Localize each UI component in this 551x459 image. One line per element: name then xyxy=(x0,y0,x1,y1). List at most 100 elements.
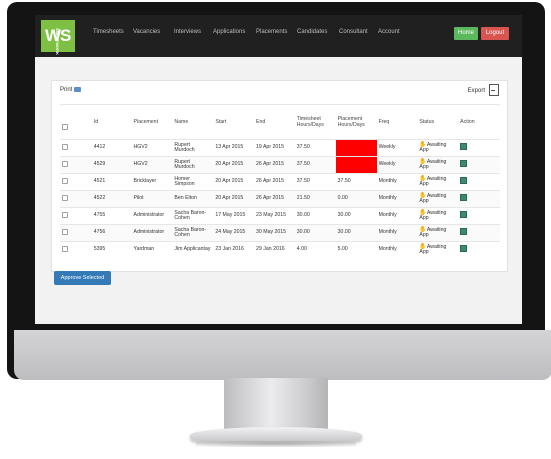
cell-start: 23 Jan 2016 xyxy=(213,241,255,258)
logo[interactable]: WS SMARTWORK xyxy=(41,20,75,55)
cell-name: Jim Applicantay xyxy=(172,241,214,258)
export-icon[interactable] xyxy=(489,84,499,96)
cell-freq: Weekly xyxy=(376,139,418,157)
cell-name: Sacha Baron-Cohen xyxy=(172,224,214,242)
print-label: Print xyxy=(60,87,73,94)
print-button[interactable]: Print xyxy=(60,87,82,94)
edit-icon[interactable] xyxy=(460,160,468,168)
nav-vacancies[interactable]: Vacancies xyxy=(133,29,160,35)
cell-action xyxy=(458,190,500,208)
nav-timesheets[interactable]: Timesheets xyxy=(93,29,124,35)
cell-status: ✋Awaiting App xyxy=(417,207,459,225)
cell-name: Homer Simpson xyxy=(172,173,214,191)
cell-start: 20 Apr 2015 xyxy=(213,156,255,174)
cell-freq: Monthly xyxy=(376,173,418,191)
cell-start: 24 May 2015 xyxy=(213,224,255,242)
cell-id: 4522 xyxy=(91,190,132,208)
nav-placements[interactable]: Placements xyxy=(256,29,287,35)
row-select-cell xyxy=(60,173,92,191)
nav-account[interactable]: Account xyxy=(378,29,400,35)
cell-id: 5395 xyxy=(91,241,132,258)
monitor-frame: WS SMARTWORK Timesheets Vacancies Intervi… xyxy=(7,2,551,380)
cell-status: ✋Awaiting App xyxy=(417,224,459,242)
export-label: Export xyxy=(467,88,485,94)
cell-end: 19 Apr 2015 xyxy=(254,139,295,157)
logout-button[interactable]: Logout xyxy=(481,27,509,40)
cell-start: 17 May 2015 xyxy=(213,207,255,225)
cell-placement: Administrator xyxy=(131,224,173,242)
cell-freq: Monthly xyxy=(376,224,418,242)
header-status: Status xyxy=(417,104,459,140)
cell-status: ✋Awaiting App xyxy=(417,156,459,174)
cell-action xyxy=(458,241,500,258)
nav-applications[interactable]: Applications xyxy=(213,29,245,35)
cell-placement-hours: 30.00 xyxy=(335,224,377,242)
header-end: End xyxy=(254,104,295,140)
row-select-cell xyxy=(60,241,92,258)
row-checkbox[interactable] xyxy=(62,245,68,252)
cell-start: 20 Apr 2015 xyxy=(213,173,255,191)
edit-icon[interactable] xyxy=(460,228,468,236)
nav-interviews[interactable]: Interviews xyxy=(174,29,201,35)
screen: WS SMARTWORK Timesheets Vacancies Intervi… xyxy=(35,15,522,324)
cell-timesheet-hours: 30.00 xyxy=(294,207,336,225)
header-timesheet-hours: Timesheet Hours/Days xyxy=(294,104,336,140)
row-checkbox[interactable] xyxy=(62,160,68,167)
select-all-checkbox[interactable] xyxy=(62,124,68,130)
top-nav: WS SMARTWORK Timesheets Vacancies Intervi… xyxy=(35,15,522,57)
cell-action xyxy=(458,173,500,191)
edit-icon[interactable] xyxy=(460,143,468,151)
cell-end: 26 Apr 2015 xyxy=(254,190,295,208)
cell-name: Rupert Murdoch xyxy=(172,156,214,174)
edit-icon[interactable] xyxy=(460,194,468,202)
cell-placement: Administrator xyxy=(131,207,173,225)
nav-candidates[interactable]: Candidates xyxy=(297,29,327,35)
cell-action xyxy=(458,139,500,157)
cell-freq: Monthly xyxy=(376,190,418,208)
edit-icon[interactable] xyxy=(460,245,468,253)
row-checkbox[interactable] xyxy=(62,211,68,218)
cell-action xyxy=(458,224,500,242)
edit-icon[interactable] xyxy=(460,211,468,219)
cell-action xyxy=(458,207,500,225)
header-start: Start xyxy=(213,104,255,140)
nav-consultant[interactable]: Consultant xyxy=(339,29,368,35)
row-select-cell xyxy=(60,156,92,174)
monitor-chin xyxy=(14,330,551,380)
cell-id: 4412 xyxy=(91,139,132,157)
timesheet-panel: Print Export Id Placement Name Start End… xyxy=(51,80,508,272)
cell-end: 23 May 2015 xyxy=(254,207,295,225)
row-checkbox[interactable] xyxy=(62,228,68,235)
cell-placement-hours: 5.00 xyxy=(335,241,377,258)
edit-icon[interactable] xyxy=(460,177,468,185)
header-action: Action xyxy=(458,104,500,140)
cell-timesheet-hours: 37.50 xyxy=(294,173,336,191)
cell-end: 29 Jan 2016 xyxy=(254,241,295,258)
row-checkbox[interactable] xyxy=(62,143,68,150)
cell-placement-hours-flagged: 0.00 xyxy=(335,139,377,157)
cell-placement-hours: 0.00 xyxy=(335,190,377,208)
row-select-cell xyxy=(60,207,92,225)
approve-selected-button[interactable]: Approve Selected xyxy=(54,271,111,285)
row-checkbox[interactable] xyxy=(62,177,68,184)
header-placement: Placement xyxy=(131,104,173,140)
printer-icon xyxy=(74,87,82,92)
cell-freq: Weekly xyxy=(376,156,418,174)
cell-id: 4529 xyxy=(91,156,132,174)
home-button[interactable]: Home xyxy=(454,27,478,40)
table-row: 4412 HGV2 Rupert Murdoch 13 Apr 2015 19 … xyxy=(60,139,500,157)
cell-timesheet-hours: 21.50 xyxy=(294,190,336,208)
stand-shadow xyxy=(196,441,356,447)
export-button[interactable]: Export xyxy=(468,88,485,94)
timesheet-table: Id Placement Name Start End Timesheet Ho… xyxy=(60,104,500,258)
table-header-row: Id Placement Name Start End Timesheet Ho… xyxy=(60,104,500,140)
header-name: Name xyxy=(172,104,214,140)
cell-name: Rupert Murdoch xyxy=(172,139,214,157)
cell-start: 20 Apr 2015 xyxy=(213,190,255,208)
table-row: 4521 Bricklayer Homer Simpson 20 Apr 201… xyxy=(60,173,500,191)
cell-status: ✋Awaiting App xyxy=(417,173,459,191)
row-checkbox[interactable] xyxy=(62,194,68,201)
cell-status: ✋Awaiting App xyxy=(417,190,459,208)
row-select-cell xyxy=(60,190,92,208)
cell-placement-hours: 30.00 xyxy=(335,207,377,225)
